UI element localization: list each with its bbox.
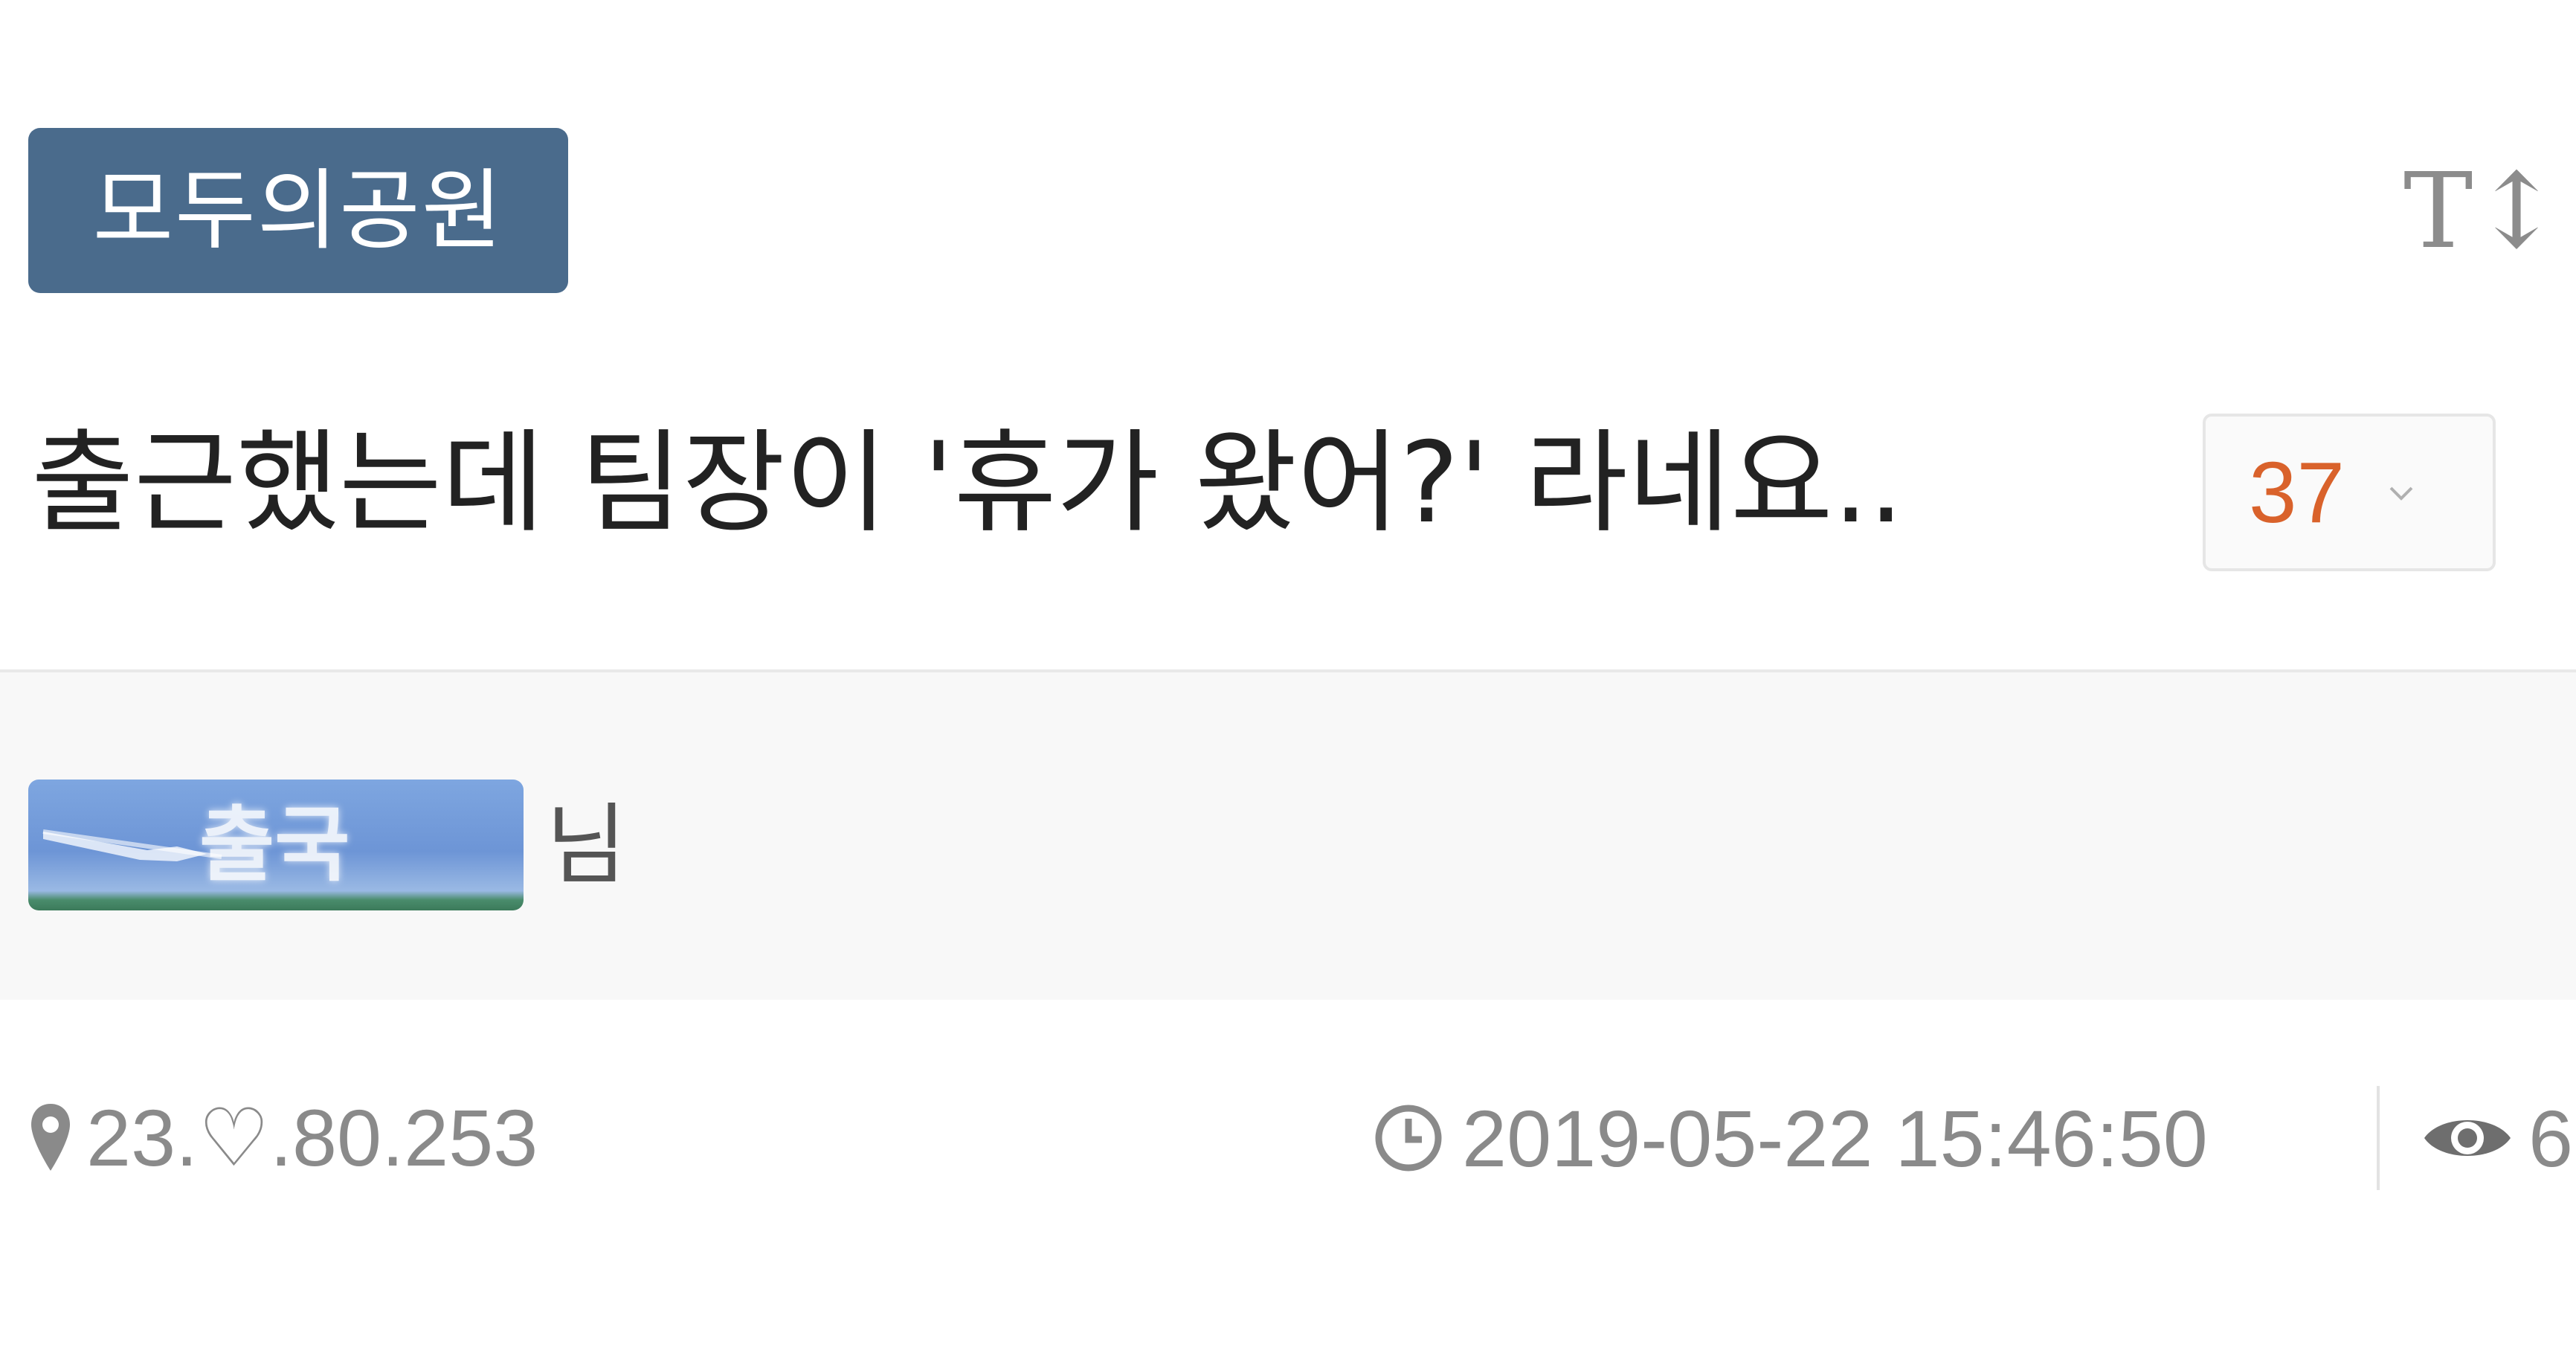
ip-address: 23.♡.80.253 (86, 1093, 538, 1183)
author-level-badge[interactable]: 출국 (28, 780, 524, 910)
post-header: 모두의공원 T↕ 출근했는데 팀장이 '휴가 왔어?' 라네요.. 37 (0, 0, 2576, 669)
font-size-icon[interactable]: T↕ (2403, 149, 2560, 275)
map-pin-icon (31, 1104, 70, 1171)
meta-separator (2377, 1086, 2380, 1190)
board-tag[interactable]: 모두의공원 (28, 128, 568, 293)
meta-ip: 23.♡.80.253 (28, 1041, 538, 1235)
view-count: 6 (2528, 1093, 2574, 1183)
meta-views: 6 (2421, 1041, 2573, 1235)
author-suffix: 님 (546, 794, 627, 896)
eye-icon (2424, 1120, 2511, 1156)
post-meta: 23.♡.80.253 2019-05-22 15:46:50 6 (0, 1041, 2576, 1235)
post-title: 출근했는데 팀장이 '휴가 왔어?' 라네요.. (31, 419, 1904, 548)
chevron-down-icon (2389, 486, 2413, 501)
author-badge-text: 출국 (199, 797, 350, 893)
comment-count-button[interactable]: 37 (2203, 414, 2496, 571)
clock-icon (1375, 1105, 1442, 1172)
post-datetime: 2019-05-22 15:46:50 (1462, 1093, 2208, 1183)
meta-date: 2019-05-22 15:46:50 (1373, 1041, 2208, 1235)
comment-count: 37 (2249, 444, 2345, 541)
author-section: 출국 (0, 672, 2576, 1000)
